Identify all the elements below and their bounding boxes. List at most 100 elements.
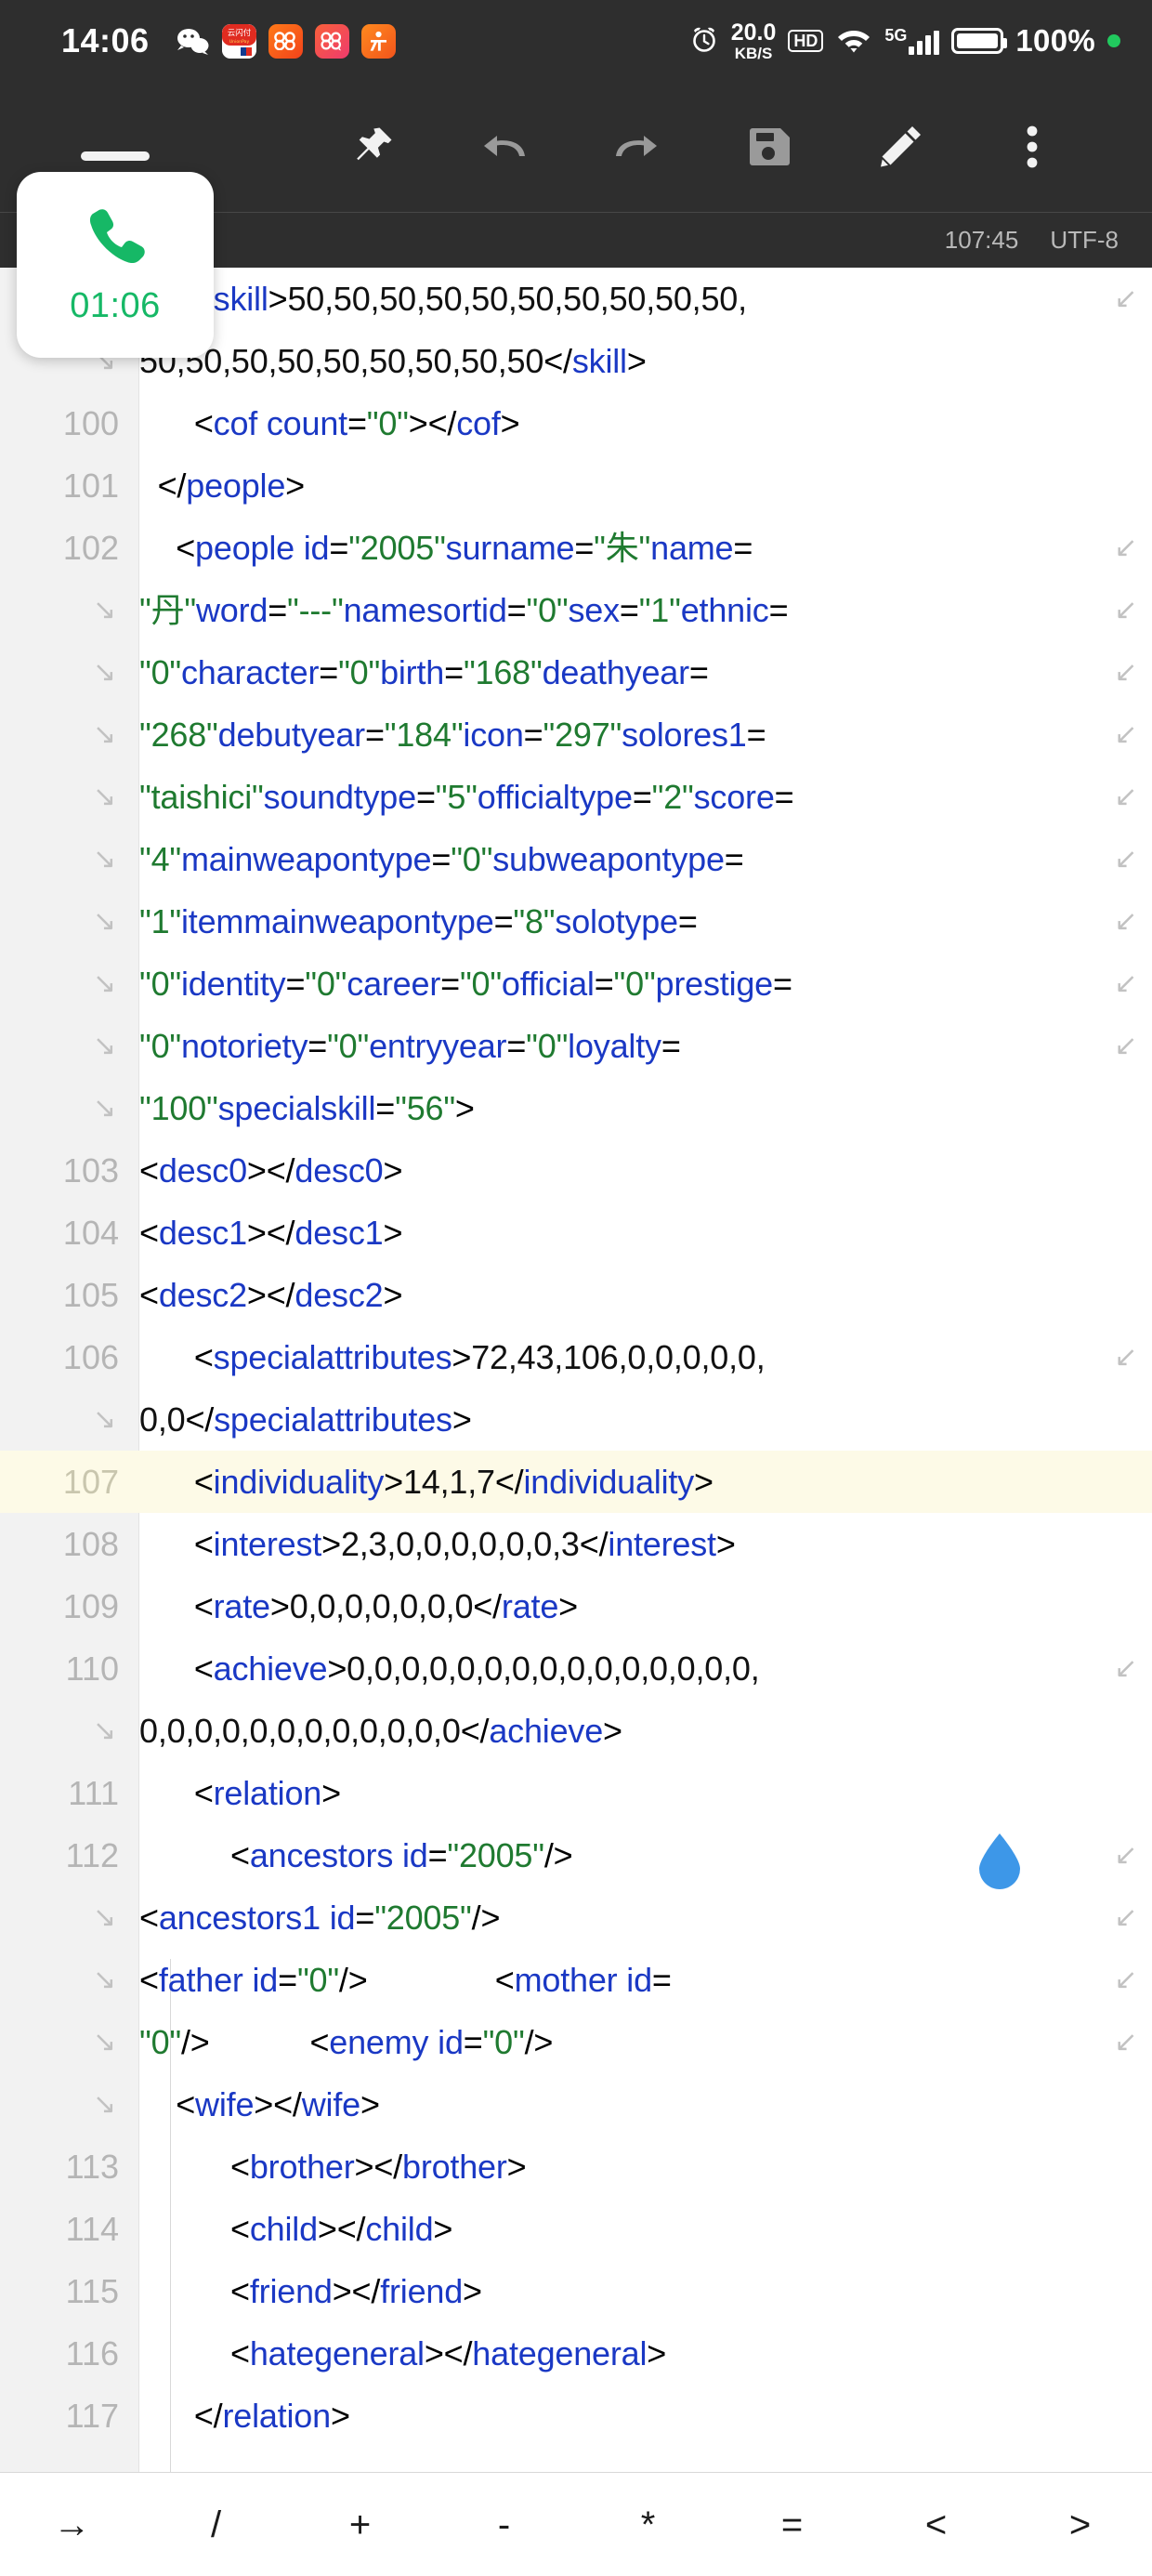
code-line-wrapped[interactable]: "0"notoriety="0"entryyear="0"loyalty= ↘ ↙ [0,1015,1152,1077]
code-text[interactable]: </people> [139,454,1152,517]
code-token-punc: > [317,2210,337,2248]
code-line-wrapped[interactable]: "0"identity="0"career="0"official="0"pre… [0,953,1152,1015]
code-text[interactable]: <desc0></desc0> [139,1139,1152,1202]
code-line-wrapped[interactable]: "0"character="0"birth="168"deathyear= ↘ ↙ [0,641,1152,703]
minus-key[interactable]: - [432,2506,576,2543]
code-text[interactable]: "0"identity="0"career="0"official="0"pre… [139,953,1152,1015]
code-text[interactable]: <desc1></desc1> [139,1202,1152,1264]
redo-button[interactable] [570,82,702,212]
code-line[interactable]: 102 <people id="2005"surname="朱"name= ↙ [0,517,1152,579]
code-text[interactable]: 0,0,0,0,0,0,0,0,0,0,0,0</achieve> [139,1700,1152,1762]
code-line[interactable]: 117 </relation> [0,2385,1152,2447]
code-line[interactable]: 104 <desc1></desc1> [0,1202,1152,1264]
code-line-wrapped[interactable]: 0,0</specialattributes> ↘ [0,1388,1152,1451]
code-line[interactable]: 115 <friend></friend> [0,2260,1152,2322]
code-token-punc: = [375,1089,396,1127]
code-token-tag: ancestors [249,1836,394,1874]
code-text[interactable]: <skill>50,50,50,50,50,50,50,50,50,50, [139,268,1152,330]
code-token-pad [139,2085,176,2123]
widget-drag-handle[interactable] [81,151,150,161]
code-line[interactable]: 101 </people> [0,454,1152,517]
code-line-wrapped[interactable]: <ancestors1 id="2005"/> ↘ ↙ [0,1886,1152,1949]
code-token-punc: = [431,840,452,878]
code-line-wrapped[interactable]: <wife></wife> ↘ [0,2073,1152,2136]
code-line-wrapped[interactable]: <father id="0"/> <mother id= ↘ ↙ [0,1949,1152,2011]
code-token-punc: = [523,716,543,754]
code-line[interactable]: 108 <interest>2,3,0,0,0,0,0,0,3</interes… [0,1513,1152,1575]
more-options-button[interactable] [966,82,1098,212]
battery-percent: 100% [1015,23,1095,58]
code-text[interactable]: "1"itemmainweapontype="8"solotype= [139,890,1152,953]
text-selection-handle[interactable] [975,1833,1024,1891]
code-text[interactable]: <desc2></desc2> [139,1264,1152,1326]
code-line[interactable]: 109 <rate>0,0,0,0,0,0,0</rate> [0,1575,1152,1637]
tab-key[interactable]: → [0,2506,144,2543]
code-line-wrapped[interactable]: "4"mainweapontype="0"subweapontype= ↘ ↙ [0,828,1152,890]
code-text[interactable]: <child></child> [139,2198,1152,2260]
code-line-wrapped[interactable]: "0"/> <enemy id="0"/> ↘ ↙ [0,2011,1152,2073]
equals-key[interactable]: = [720,2506,864,2543]
code-line[interactable]: 113 <brother></brother> [0,2136,1152,2198]
code-text[interactable]: "0"character="0"birth="168"deathyear= [139,641,1152,703]
code-editor[interactable]: <skill>50,50,50,50,50,50,50,50,50,50, ↙ 50… [0,268,1152,2472]
floating-call-widget[interactable]: 01:06 [17,151,214,358]
code-token-punc: < [139,1899,159,1937]
code-content[interactable]: <skill>50,50,50,50,50,50,50,50,50,50, ↙ 50… [0,268,1152,2447]
code-text[interactable]: "4"mainweapontype="0"subweapontype= [139,828,1152,890]
code-line[interactable]: 110 <achieve>0,0,0,0,0,0,0,0,0,0,0,0,0,0… [0,1637,1152,1700]
code-text[interactable]: "0"/> <enemy id="0"/> [139,2011,1152,2073]
code-line[interactable]: 103 <desc0></desc0> [0,1139,1152,1202]
edit-button[interactable] [834,82,966,212]
code-line-wrapped[interactable]: 0,0,0,0,0,0,0,0,0,0,0,0</achieve> ↘ [0,1700,1152,1762]
code-line[interactable]: 100 <cof count="0"></cof> [0,392,1152,454]
code-line[interactable]: 105 <desc2></desc2> [0,1264,1152,1326]
code-text[interactable]: <people id="2005"surname="朱"name= [139,517,1152,579]
code-token-attr: id [294,529,330,567]
code-text[interactable]: "taishici"soundtype="5"officialtype="2"s… [139,766,1152,828]
code-text[interactable]: <friend></friend> [139,2260,1152,2322]
code-line-wrapped[interactable]: "268"debutyear="184"icon="297"solores1= ↘… [0,703,1152,766]
code-token-punc: < [230,2148,250,2186]
code-text[interactable]: "丹"word="---"namesortid="0"sex="1"ethnic… [139,579,1152,641]
greater-than-key[interactable]: > [1008,2506,1152,2543]
code-line-wrapped[interactable]: "taishici"soundtype="5"officialtype="2"s… [0,766,1152,828]
code-text[interactable]: "100"specialskill="56"> [139,1077,1152,1139]
code-text[interactable]: </relation> [139,2385,1152,2447]
slash-key[interactable]: / [144,2506,288,2543]
code-line[interactable]: 106 <specialattributes>72,43,106,0,0,0,0… [0,1326,1152,1388]
code-text[interactable]: "268"debutyear="184"icon="297"solores1= [139,703,1152,766]
code-text[interactable]: <wife></wife> [139,2073,1152,2136]
code-text[interactable]: <brother></brother> [139,2136,1152,2198]
code-line[interactable]: 111 <relation> [0,1762,1152,1824]
less-than-key[interactable]: < [864,2506,1008,2543]
code-line[interactable]: 116 <hategeneral></hategeneral> [0,2322,1152,2385]
undo-button[interactable] [439,82,570,212]
save-button[interactable] [702,82,834,212]
code-text[interactable]: <relation> [139,1762,1152,1824]
pin-button[interactable] [307,82,439,212]
code-text[interactable]: <hategeneral></hategeneral> [139,2322,1152,2385]
code-line-wrapped[interactable]: "1"itemmainweapontype="8"solotype= ↘ ↙ [0,890,1152,953]
code-text[interactable]: <rate>0,0,0,0,0,0,0</rate> [139,1575,1152,1637]
symbol-keyboard-bar[interactable]: → / + - * = < > [0,2472,1152,2576]
code-text[interactable]: <cof count="0"></cof> [139,392,1152,454]
code-text[interactable]: "0"notoriety="0"entryyear="0"loyalty= [139,1015,1152,1077]
code-line-wrapped[interactable]: "丹"word="---"namesortid="0"sex="1"ethnic… [0,579,1152,641]
code-text[interactable]: <achieve>0,0,0,0,0,0,0,0,0,0,0,0,0,0,0, [139,1637,1152,1700]
code-text[interactable]: <father id="0"/> <mother id= [139,1949,1152,2011]
code-line-wrapped[interactable]: "100"specialskill="56"> ↘ [0,1077,1152,1139]
code-text[interactable]: <specialattributes>72,43,106,0,0,0,0,0, [139,1326,1152,1388]
code-token-val: "0" [296,1961,339,1999]
plus-key[interactable]: + [288,2506,432,2543]
code-text[interactable]: <interest>2,3,0,0,0,0,0,0,3</interest> [139,1513,1152,1575]
code-token-punc: > [321,1525,341,1563]
code-token-attr: ethnic [680,591,769,629]
code-text[interactable]: <ancestors1 id="2005"/> [139,1886,1152,1949]
code-text[interactable]: <individuality>14,1,7</individuality> [139,1451,1152,1513]
code-text[interactable]: 50,50,50,50,50,50,50,50,50</skill> [139,330,1152,392]
code-line[interactable]: 114 <child></child> [0,2198,1152,2260]
wrap-indicator-icon: ↙ [1114,1840,1138,1871]
code-line[interactable]: 107 <individuality>14,1,7</individuality… [0,1451,1152,1513]
code-text[interactable]: 0,0</specialattributes> [139,1388,1152,1451]
asterisk-key[interactable]: * [576,2506,720,2543]
